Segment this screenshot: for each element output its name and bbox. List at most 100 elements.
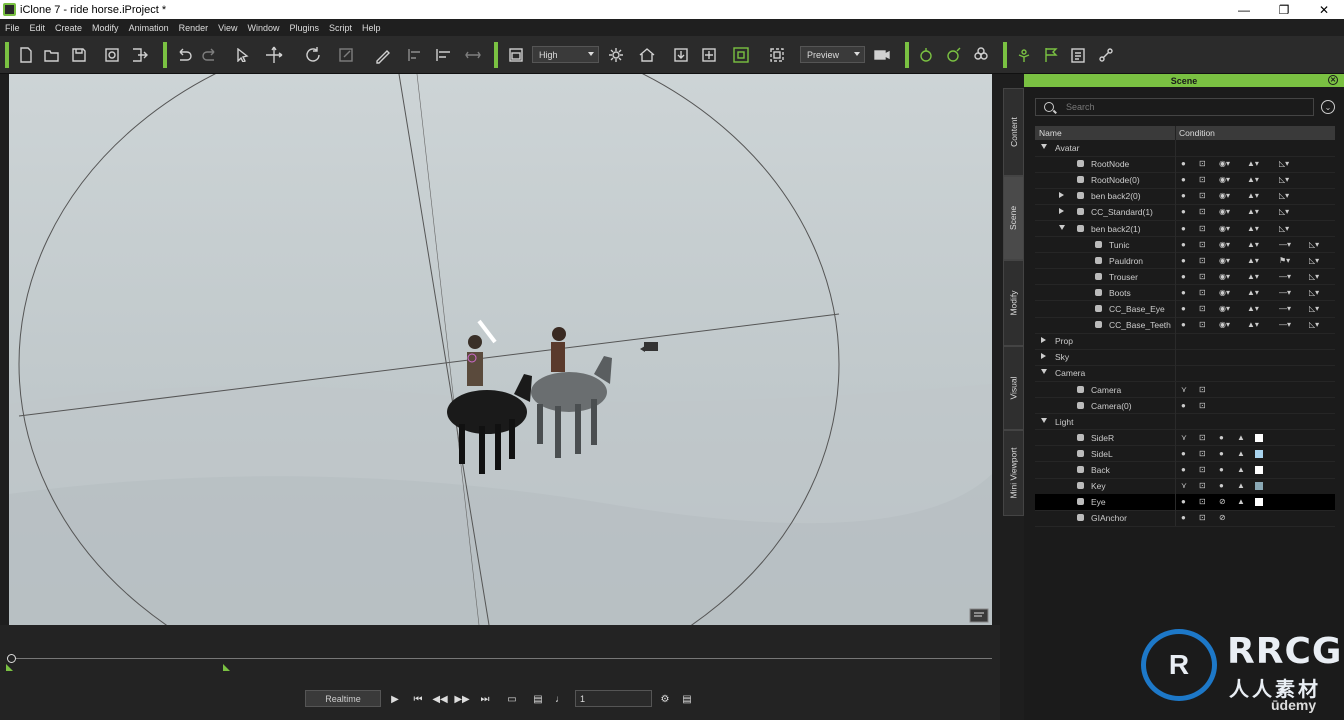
triangle-icon[interactable]: ◺▾ bbox=[1309, 288, 1319, 298]
lock-icon[interactable]: ⊡ bbox=[1199, 304, 1206, 314]
light-on-icon[interactable]: ● bbox=[1219, 481, 1224, 491]
lock-icon[interactable]: ⊡ bbox=[1199, 385, 1206, 395]
timeline-toggle-icon[interactable]: ▤ bbox=[680, 692, 694, 706]
tab-content[interactable]: Content bbox=[1003, 88, 1024, 176]
render-icon[interactable]: ◉▾ bbox=[1219, 288, 1230, 298]
scene-tree-row[interactable]: Boots ● ⊡ ◉▾ ▲▾ —▾ ◺▾ bbox=[1035, 284, 1335, 302]
light-on-icon[interactable]: ● bbox=[1219, 449, 1224, 459]
render-icon[interactable]: ◉▾ bbox=[1219, 240, 1230, 250]
visible-eye-icon[interactable]: ● bbox=[1181, 272, 1186, 282]
playback-mode-button[interactable]: Realtime bbox=[305, 690, 381, 707]
render-icon[interactable]: ◉▾ bbox=[1219, 175, 1230, 185]
fast-forward-icon[interactable]: ▶▶ bbox=[454, 692, 469, 706]
scene-tree-row[interactable]: ben back2(1) ● ⊡ ◉▾ ▲▾ ◺▾ bbox=[1035, 220, 1335, 237]
export-icon[interactable] bbox=[131, 45, 149, 65]
scene-tree-row[interactable]: CC_Standard(1) ● ⊡ ◉▾ ▲▾ ◺▾ bbox=[1035, 204, 1335, 221]
render-icon[interactable]: ◉▾ bbox=[1219, 272, 1230, 282]
align-bottom-icon[interactable] bbox=[434, 45, 454, 65]
column-name[interactable]: Name bbox=[1039, 128, 1062, 138]
triangle-icon[interactable]: ◺▾ bbox=[1279, 207, 1289, 217]
render-icon[interactable]: ◉▾ bbox=[1219, 256, 1230, 266]
dash-icon[interactable]: —▾ bbox=[1279, 320, 1291, 330]
render-icon[interactable]: ◉▾ bbox=[1219, 207, 1230, 217]
visible-eye-icon[interactable]: ● bbox=[1181, 288, 1186, 298]
triangle-icon[interactable]: ◺▾ bbox=[1279, 175, 1289, 185]
lock-icon[interactable]: ⊡ bbox=[1199, 240, 1206, 250]
scene-tree-row[interactable]: Sky bbox=[1035, 349, 1335, 366]
light-on-icon[interactable]: ● bbox=[1219, 465, 1224, 475]
lock-icon[interactable]: ⊡ bbox=[1199, 481, 1206, 491]
filter-chevron-icon[interactable]: ⌄ bbox=[1321, 100, 1335, 114]
clipboard-icon[interactable] bbox=[1069, 45, 1087, 65]
prop-tool-2-icon[interactable] bbox=[945, 45, 963, 65]
expand-closed-icon[interactable] bbox=[1041, 337, 1046, 344]
visible-eye-icon[interactable]: ● bbox=[1181, 240, 1186, 250]
settings-icon[interactable]: ⚙ bbox=[658, 692, 672, 706]
hidden-eye-icon[interactable]: ⋎ bbox=[1181, 385, 1187, 395]
bell-icon[interactable]: ▲ bbox=[1237, 449, 1245, 459]
lock-icon[interactable]: ⊡ bbox=[1199, 224, 1206, 234]
triangle-icon[interactable]: ◺▾ bbox=[1309, 256, 1319, 266]
scene-tree-row[interactable]: CC_Base_Teeth ● ⊡ ◉▾ ▲▾ —▾ ◺▾ bbox=[1035, 317, 1335, 334]
scene-tree-row[interactable]: Prop bbox=[1035, 333, 1335, 350]
fit-icon[interactable] bbox=[700, 45, 718, 65]
lock-icon[interactable]: ⊡ bbox=[1199, 207, 1206, 217]
subtitle-icon[interactable]: ▤ bbox=[531, 692, 545, 706]
disabled-icon[interactable]: ⊘ bbox=[1219, 497, 1226, 507]
light-color-swatch[interactable] bbox=[1255, 433, 1263, 442]
select-arrow-icon[interactable] bbox=[235, 45, 251, 65]
lock-icon[interactable]: ⊡ bbox=[1199, 175, 1206, 185]
grid-icon[interactable] bbox=[729, 45, 753, 65]
prop-tool-icon[interactable] bbox=[917, 45, 935, 65]
triangle-icon[interactable]: ◺▾ bbox=[1309, 320, 1319, 330]
comment-icon[interactable] bbox=[969, 608, 989, 623]
light-color-swatch[interactable] bbox=[1255, 482, 1263, 491]
hidden-eye-icon[interactable]: ⋎ bbox=[1181, 481, 1187, 491]
close-button[interactable]: ✕ bbox=[1304, 0, 1344, 19]
align-icon[interactable] bbox=[406, 45, 424, 65]
lock-icon[interactable]: ⊡ bbox=[1199, 288, 1206, 298]
scene-tree-row[interactable]: ben back2(0) ● ⊡ ◉▾ ▲▾ ◺▾ bbox=[1035, 188, 1335, 205]
tab-visual[interactable]: Visual bbox=[1003, 346, 1024, 430]
bell-icon[interactable]: ▲▾ bbox=[1247, 320, 1259, 330]
group-icon[interactable] bbox=[971, 45, 991, 65]
visible-eye-icon[interactable]: ● bbox=[1181, 256, 1186, 266]
lock-icon[interactable]: ⊡ bbox=[1199, 449, 1206, 459]
visible-eye-icon[interactable]: ● bbox=[1181, 304, 1186, 314]
bell-icon[interactable]: ▲▾ bbox=[1247, 191, 1259, 201]
render-icon[interactable]: ◉▾ bbox=[1219, 159, 1230, 169]
scene-tree-row[interactable]: CC_Base_Eye ● ⊡ ◉▾ ▲▾ —▾ ◺▾ bbox=[1035, 301, 1335, 318]
scene-tree-row[interactable]: Tunic ● ⊡ ◉▾ ▲▾ —▾ ◺▾ bbox=[1035, 236, 1335, 254]
path-icon[interactable] bbox=[1097, 45, 1115, 65]
frame-icon[interactable] bbox=[672, 45, 690, 65]
bell-icon[interactable]: ▲▾ bbox=[1247, 304, 1259, 314]
expand-closed-icon[interactable] bbox=[1059, 192, 1064, 199]
menu-modify[interactable]: Modify bbox=[87, 23, 124, 33]
visible-eye-icon[interactable]: ● bbox=[1181, 449, 1186, 459]
lock-icon[interactable]: ⊡ bbox=[1199, 191, 1206, 201]
triangle-icon[interactable]: ◺▾ bbox=[1279, 159, 1289, 169]
bell-icon[interactable]: ▲▾ bbox=[1247, 175, 1259, 185]
loop-icon[interactable]: ▭ bbox=[502, 692, 522, 706]
column-condition[interactable]: Condition bbox=[1179, 128, 1215, 138]
tab-mini-viewport[interactable]: Mini Viewport bbox=[1003, 430, 1024, 516]
redo-icon[interactable] bbox=[200, 45, 220, 65]
menu-plugins[interactable]: Plugins bbox=[285, 23, 325, 33]
scene-tree-row[interactable]: Light bbox=[1035, 413, 1335, 431]
timeline-playhead[interactable] bbox=[7, 654, 16, 663]
rotate-icon[interactable] bbox=[300, 45, 326, 65]
move-icon[interactable] bbox=[262, 45, 286, 65]
light-on-icon[interactable]: ● bbox=[1219, 433, 1224, 443]
skip-start-icon[interactable]: ⏮ bbox=[411, 692, 425, 706]
visible-eye-icon[interactable]: ● bbox=[1181, 207, 1186, 217]
menu-help[interactable]: Help bbox=[357, 23, 386, 33]
hidden-eye-icon[interactable]: ⋎ bbox=[1181, 433, 1187, 443]
visible-eye-icon[interactable]: ● bbox=[1181, 175, 1186, 185]
scene-tree-row[interactable]: Back ● ⊡ ● ▲ bbox=[1035, 462, 1335, 479]
scene-tree-row[interactable]: Camera bbox=[1035, 365, 1335, 382]
menu-edit[interactable]: Edit bbox=[25, 23, 51, 33]
light-color-swatch[interactable] bbox=[1255, 449, 1263, 458]
lock-icon[interactable]: ⊡ bbox=[1199, 159, 1206, 169]
timeline-start-marker[interactable] bbox=[6, 664, 13, 671]
pick-icon[interactable] bbox=[370, 45, 396, 65]
